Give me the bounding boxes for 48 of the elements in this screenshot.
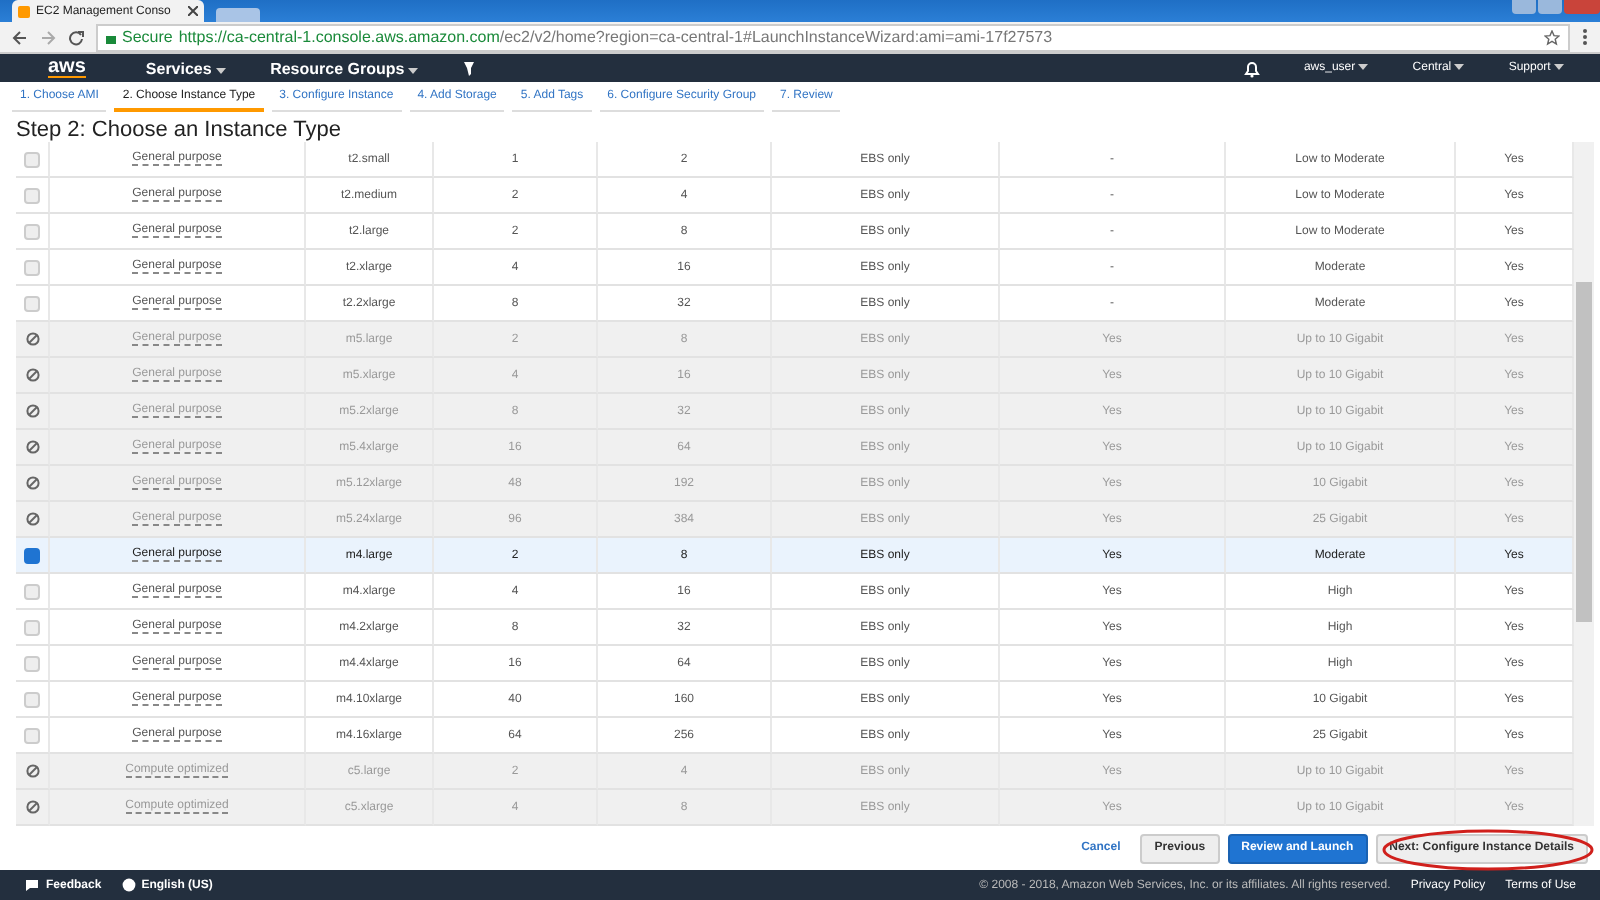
close-icon[interactable] [188,6,198,16]
menu-icon[interactable] [1582,28,1588,47]
unavailable-icon [25,512,39,527]
row-checkbox[interactable] [24,655,40,672]
row-checkbox[interactable] [24,259,40,276]
page-title: Step 2: Choose an Instance Type [14,116,343,143]
forward-icon[interactable] [40,29,56,46]
unavailable-icon [25,404,39,419]
star-icon[interactable] [1544,29,1560,46]
caret-icon [1454,64,1465,71]
row-checkbox[interactable] [24,223,40,240]
unavailable-icon [25,368,39,383]
bell-icon[interactable] [1243,59,1260,78]
row-checkbox[interactable] [24,583,40,600]
maximize-button[interactable] [1538,0,1562,14]
unavailable-icon [25,764,39,779]
close-button[interactable] [1564,0,1600,14]
row-checkbox[interactable] [24,187,40,204]
unavailable-icon [25,800,39,815]
caret-icon [1358,64,1369,71]
row-checkbox[interactable] [24,547,40,564]
page-icon [18,5,30,17]
unavailable-icon [25,476,39,491]
caret-icon [216,67,227,74]
row-checkbox[interactable] [24,295,40,312]
lock-icon [106,31,116,44]
url-text: https://ca-central-1.console.aws.amazon.com/ec2/v2/home?region=ca-central-1#LaunchInstanceWizard:ami=ami-17f27573 [178,28,1053,47]
caret-icon [1554,64,1564,71]
address-field[interactable]: Secure https://ca-central-1.console.aws.amazon.com/ec2/v2/home?region=ca-central-1#LaunchInstanceWizard:ami=ami-17f27573 [96,23,1570,52]
row-checkbox[interactable] [24,727,40,744]
pin-icon[interactable] [462,60,477,77]
nav-menu[interactable]: Services [145,59,227,78]
globe-icon [121,878,136,892]
reload-icon[interactable] [68,29,84,46]
caret-icon [408,67,419,74]
row-checkbox[interactable] [24,691,40,708]
aws-logo[interactable]: aws [48,58,86,79]
row-checkbox[interactable] [24,619,40,636]
unavailable-icon [25,332,39,347]
row-checkbox[interactable] [24,151,40,168]
nav-menu[interactable]: Resource Groups [270,59,419,78]
scrollbar[interactable] [1574,142,1594,827]
new-tab-button[interactable] [216,8,260,22]
minimize-button[interactable] [1512,0,1536,14]
back-icon[interactable] [12,29,28,46]
unavailable-icon [25,440,39,455]
speech-bubble-icon [24,878,40,892]
secure-label: Secure [122,28,173,47]
